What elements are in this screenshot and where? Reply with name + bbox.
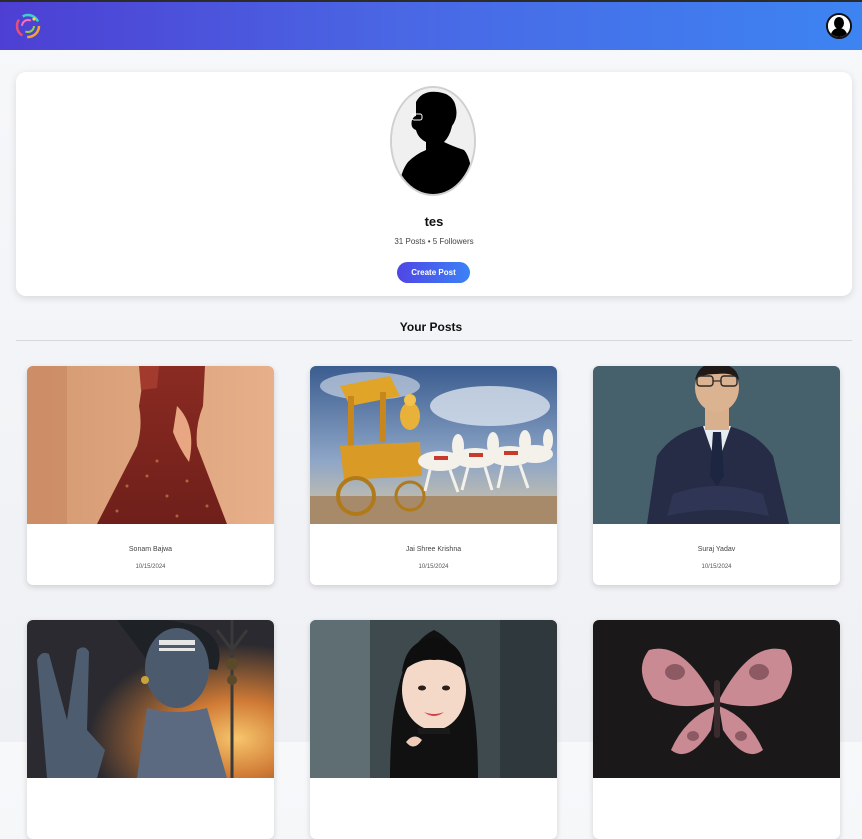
post-title: Suraj Yadav <box>697 546 736 553</box>
post-card[interactable] <box>310 620 557 839</box>
post-title: Sonam Bajwa <box>128 546 173 553</box>
section-divider <box>16 340 852 341</box>
create-post-button[interactable]: Create Post <box>397 262 470 283</box>
post-card[interactable]: Sonam Bajwa 10/15/2024 <box>27 366 274 585</box>
profile-card: tes 31 Posts • 5 Followers Create Post <box>16 72 852 296</box>
post-card[interactable] <box>27 620 274 839</box>
post-image[interactable] <box>310 366 557 524</box>
post-image[interactable] <box>593 366 840 524</box>
post-image[interactable] <box>593 620 840 778</box>
section-title: Your Posts <box>399 320 463 334</box>
post-image[interactable] <box>27 366 274 524</box>
profile-username: tes <box>424 214 444 229</box>
user-silhouette-avatar-icon[interactable] <box>826 13 852 39</box>
person-silhouette-icon <box>390 86 476 196</box>
post-image[interactable] <box>310 620 557 778</box>
post-image[interactable] <box>27 620 274 778</box>
post-card[interactable]: Suraj Yadav 10/15/2024 <box>593 366 840 585</box>
top-navbar <box>0 0 862 50</box>
post-card[interactable] <box>593 620 840 839</box>
post-card[interactable]: Jai Shree Krishna 10/15/2024 <box>310 366 557 585</box>
post-title: Jai Shree Krishna <box>405 546 462 553</box>
post-date: 10/15/2024 <box>418 564 449 570</box>
profile-stats: 31 Posts • 5 Followers <box>394 237 474 246</box>
post-date: 10/15/2024 <box>135 564 166 570</box>
post-date: 10/15/2024 <box>701 564 732 570</box>
colorful-swirl-logo-icon[interactable] <box>14 12 42 40</box>
